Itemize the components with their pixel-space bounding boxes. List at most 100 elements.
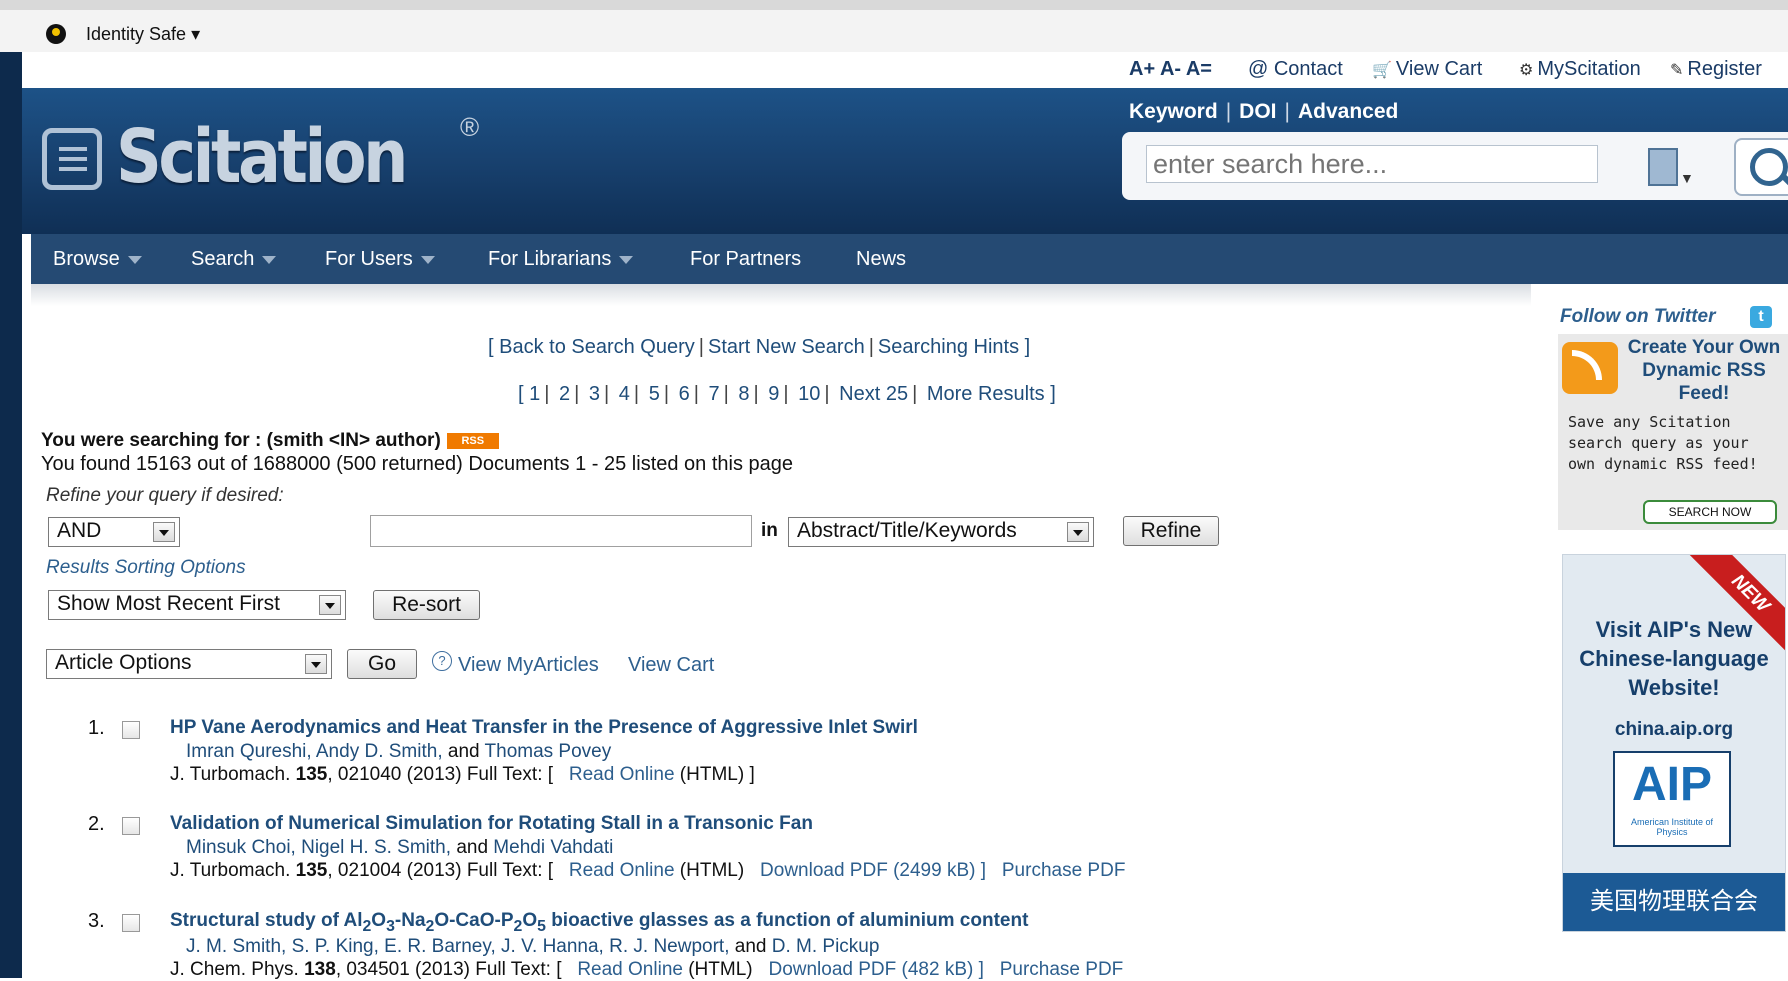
result-checkbox[interactable]: [122, 914, 140, 932]
page-link[interactable]: 9: [768, 383, 779, 405]
help-icon[interactable]: ?: [432, 651, 452, 671]
sort-select[interactable]: Show Most Recent First: [48, 590, 346, 620]
operator-select[interactable]: AND: [48, 517, 180, 547]
new-search-link[interactable]: Start New Search: [708, 336, 865, 358]
document-icon: [42, 128, 102, 190]
chevron-down-icon: [153, 522, 175, 542]
nav-for-users[interactable]: For Users: [325, 248, 435, 271]
result-citation: J. Turbomach. 135, 021004 (2013) Full Te…: [170, 860, 1126, 881]
refine-button[interactable]: Refine: [1123, 516, 1219, 546]
twitter-icon[interactable]: t: [1750, 306, 1772, 328]
purchase-pdf-link[interactable]: Purchase PDF: [1002, 860, 1126, 881]
search-input[interactable]: [1146, 145, 1598, 183]
field-select[interactable]: Abstract/Title/Keywords: [788, 517, 1094, 547]
page-link[interactable]: 3: [589, 383, 600, 405]
font-size-controls[interactable]: A+ A- A=: [1129, 58, 1212, 81]
result-authors: J. M. Smith, S. P. King, E. R. Barney, J…: [186, 936, 880, 957]
result-title-link[interactable]: HP Vane Aerodynamics and Heat Transfer i…: [170, 717, 918, 739]
more-results-link[interactable]: More Results: [927, 383, 1045, 405]
page-link[interactable]: 4: [619, 383, 630, 405]
rss-promo-heading[interactable]: Create Your Own Dynamic RSS Feed!: [1620, 336, 1788, 405]
result-authors: Imran Qureshi, Andy D. Smith, and Thomas…: [186, 741, 612, 762]
chevron-down-icon: [127, 255, 142, 264]
chevron-down-icon: [305, 654, 327, 674]
myscitation-icon: ⚙: [1519, 62, 1534, 79]
rss-icon: [1562, 342, 1618, 394]
page-left-border: [0, 52, 22, 978]
site-header: Scitation ® Keyword|DOI|Advanced ▼: [22, 88, 1788, 234]
read-online-link[interactable]: Read Online: [569, 764, 675, 785]
result-number: 2.: [88, 813, 105, 835]
page-link[interactable]: 5: [649, 383, 660, 405]
nav-for-partners[interactable]: For Partners: [690, 248, 801, 271]
search-mode-doi[interactable]: DOI: [1239, 100, 1276, 123]
go-button[interactable]: Go: [347, 649, 417, 679]
view-cart-link-main[interactable]: View Cart: [628, 654, 714, 677]
aip-china-ad[interactable]: NEW Visit AIP's New Chinese-language Web…: [1562, 554, 1786, 932]
result-citation: J. Turbomach. 135, 021040 (2013) Full Te…: [170, 764, 755, 785]
download-pdf-link[interactable]: Download PDF (2499 kB) ]: [760, 860, 986, 881]
identity-safe-icon[interactable]: [46, 24, 66, 44]
rss-promo: Create Your Own Dynamic RSS Feed! Save a…: [1558, 334, 1788, 530]
search-summary: You were searching for : (smith <IN> aut…: [41, 430, 499, 452]
register-link[interactable]: ✎ Register: [1670, 58, 1762, 81]
read-online-link[interactable]: Read Online: [577, 959, 683, 980]
rss-badge[interactable]: RSS: [446, 432, 499, 449]
next-25-link[interactable]: Next 25: [839, 383, 908, 405]
download-pdf-link[interactable]: Download PDF (482 kB) ]: [768, 959, 983, 980]
browser-toolbar: Identity Safe ▾: [0, 0, 1788, 52]
ad-title: Visit AIP's New Chinese-language Website…: [1579, 617, 1769, 700]
rss-promo-text: Save any Scitation search query as your …: [1568, 413, 1758, 473]
ad-footer-chinese: 美国物理联合会: [1563, 873, 1785, 931]
back-to-search-link[interactable]: Back to Search Query: [499, 336, 695, 358]
result-number: 3.: [88, 910, 105, 932]
nav-news[interactable]: News: [856, 248, 906, 271]
search-mode-advanced[interactable]: Advanced: [1298, 100, 1398, 123]
nav-for-librarians[interactable]: For Librarians: [488, 248, 634, 271]
page-link[interactable]: 6: [679, 383, 690, 405]
page-link[interactable]: 2: [559, 383, 570, 405]
ad-url: china.aip.org: [1614, 719, 1734, 740]
view-myarticles-link[interactable]: View MyArticles: [458, 654, 599, 677]
search-now-button[interactable]: SEARCH NOW: [1643, 500, 1777, 524]
refine-query-input[interactable]: [370, 515, 752, 547]
search-box: ▼: [1122, 132, 1788, 200]
aip-logo: AIP American Institute of Physics: [1613, 751, 1731, 847]
cart-icon: 🛒: [1372, 62, 1392, 79]
identity-safe-menu[interactable]: Identity Safe ▾: [86, 24, 200, 45]
sort-options-label: Results Sorting Options: [46, 557, 246, 578]
database-select-icon[interactable]: ▼: [1648, 148, 1694, 188]
resort-button[interactable]: Re-sort: [373, 590, 480, 620]
page-link[interactable]: 10: [798, 383, 820, 405]
search-links-row: [ Back to Search Query | Start New Search |…: [488, 336, 1031, 358]
search-button[interactable]: [1734, 138, 1788, 196]
read-online-link[interactable]: Read Online: [569, 860, 675, 881]
search-mode-keyword[interactable]: Keyword: [1129, 100, 1218, 123]
nav-browse[interactable]: Browse: [53, 248, 142, 271]
myscitation-link[interactable]: ⚙ MyScitation: [1519, 58, 1641, 81]
register-icon: ✎: [1670, 62, 1684, 79]
twitter-follow-link[interactable]: Follow on Twitter: [1560, 306, 1716, 328]
pagination: [ 1 | 2 | 3 | 4 | 5 | 6 | 7 | 8 | 9 | 10 | Next 25…: [518, 383, 1056, 405]
page-link[interactable]: 8: [738, 383, 749, 405]
result-authors: Minsuk Choi, Nigel H. S. Smith, and Mehd…: [186, 837, 614, 858]
utility-bar: A+ A- A= @ Contact 🛒 View Cart ⚙ MyScitati…: [22, 52, 1788, 88]
page-link[interactable]: 7: [708, 383, 719, 405]
registered-mark: ®: [460, 112, 480, 142]
nav-shadow: [31, 284, 1531, 306]
nav-search[interactable]: Search: [191, 248, 277, 271]
result-title-link[interactable]: Validation of Numerical Simulation for R…: [170, 813, 813, 835]
view-cart-link[interactable]: 🛒 View Cart: [1372, 58, 1482, 81]
result-checkbox[interactable]: [122, 817, 140, 835]
chevron-down-icon: [319, 595, 341, 615]
search-hints-link[interactable]: Searching Hints: [878, 336, 1019, 358]
in-label: in: [761, 520, 778, 541]
page-link[interactable]: 1: [529, 383, 540, 405]
contact-link[interactable]: @ Contact: [1248, 58, 1343, 81]
results-count: You found 15163 out of 1688000 (500 retu…: [41, 453, 794, 475]
chevron-down-icon: [1067, 522, 1089, 542]
purchase-pdf-link[interactable]: Purchase PDF: [1000, 959, 1124, 980]
result-checkbox[interactable]: [122, 721, 140, 739]
result-title-link[interactable]: Structural study of Al2O3-Na2O-CaO-P2O5 …: [170, 910, 1028, 936]
article-options-select[interactable]: Article Options: [46, 649, 332, 679]
